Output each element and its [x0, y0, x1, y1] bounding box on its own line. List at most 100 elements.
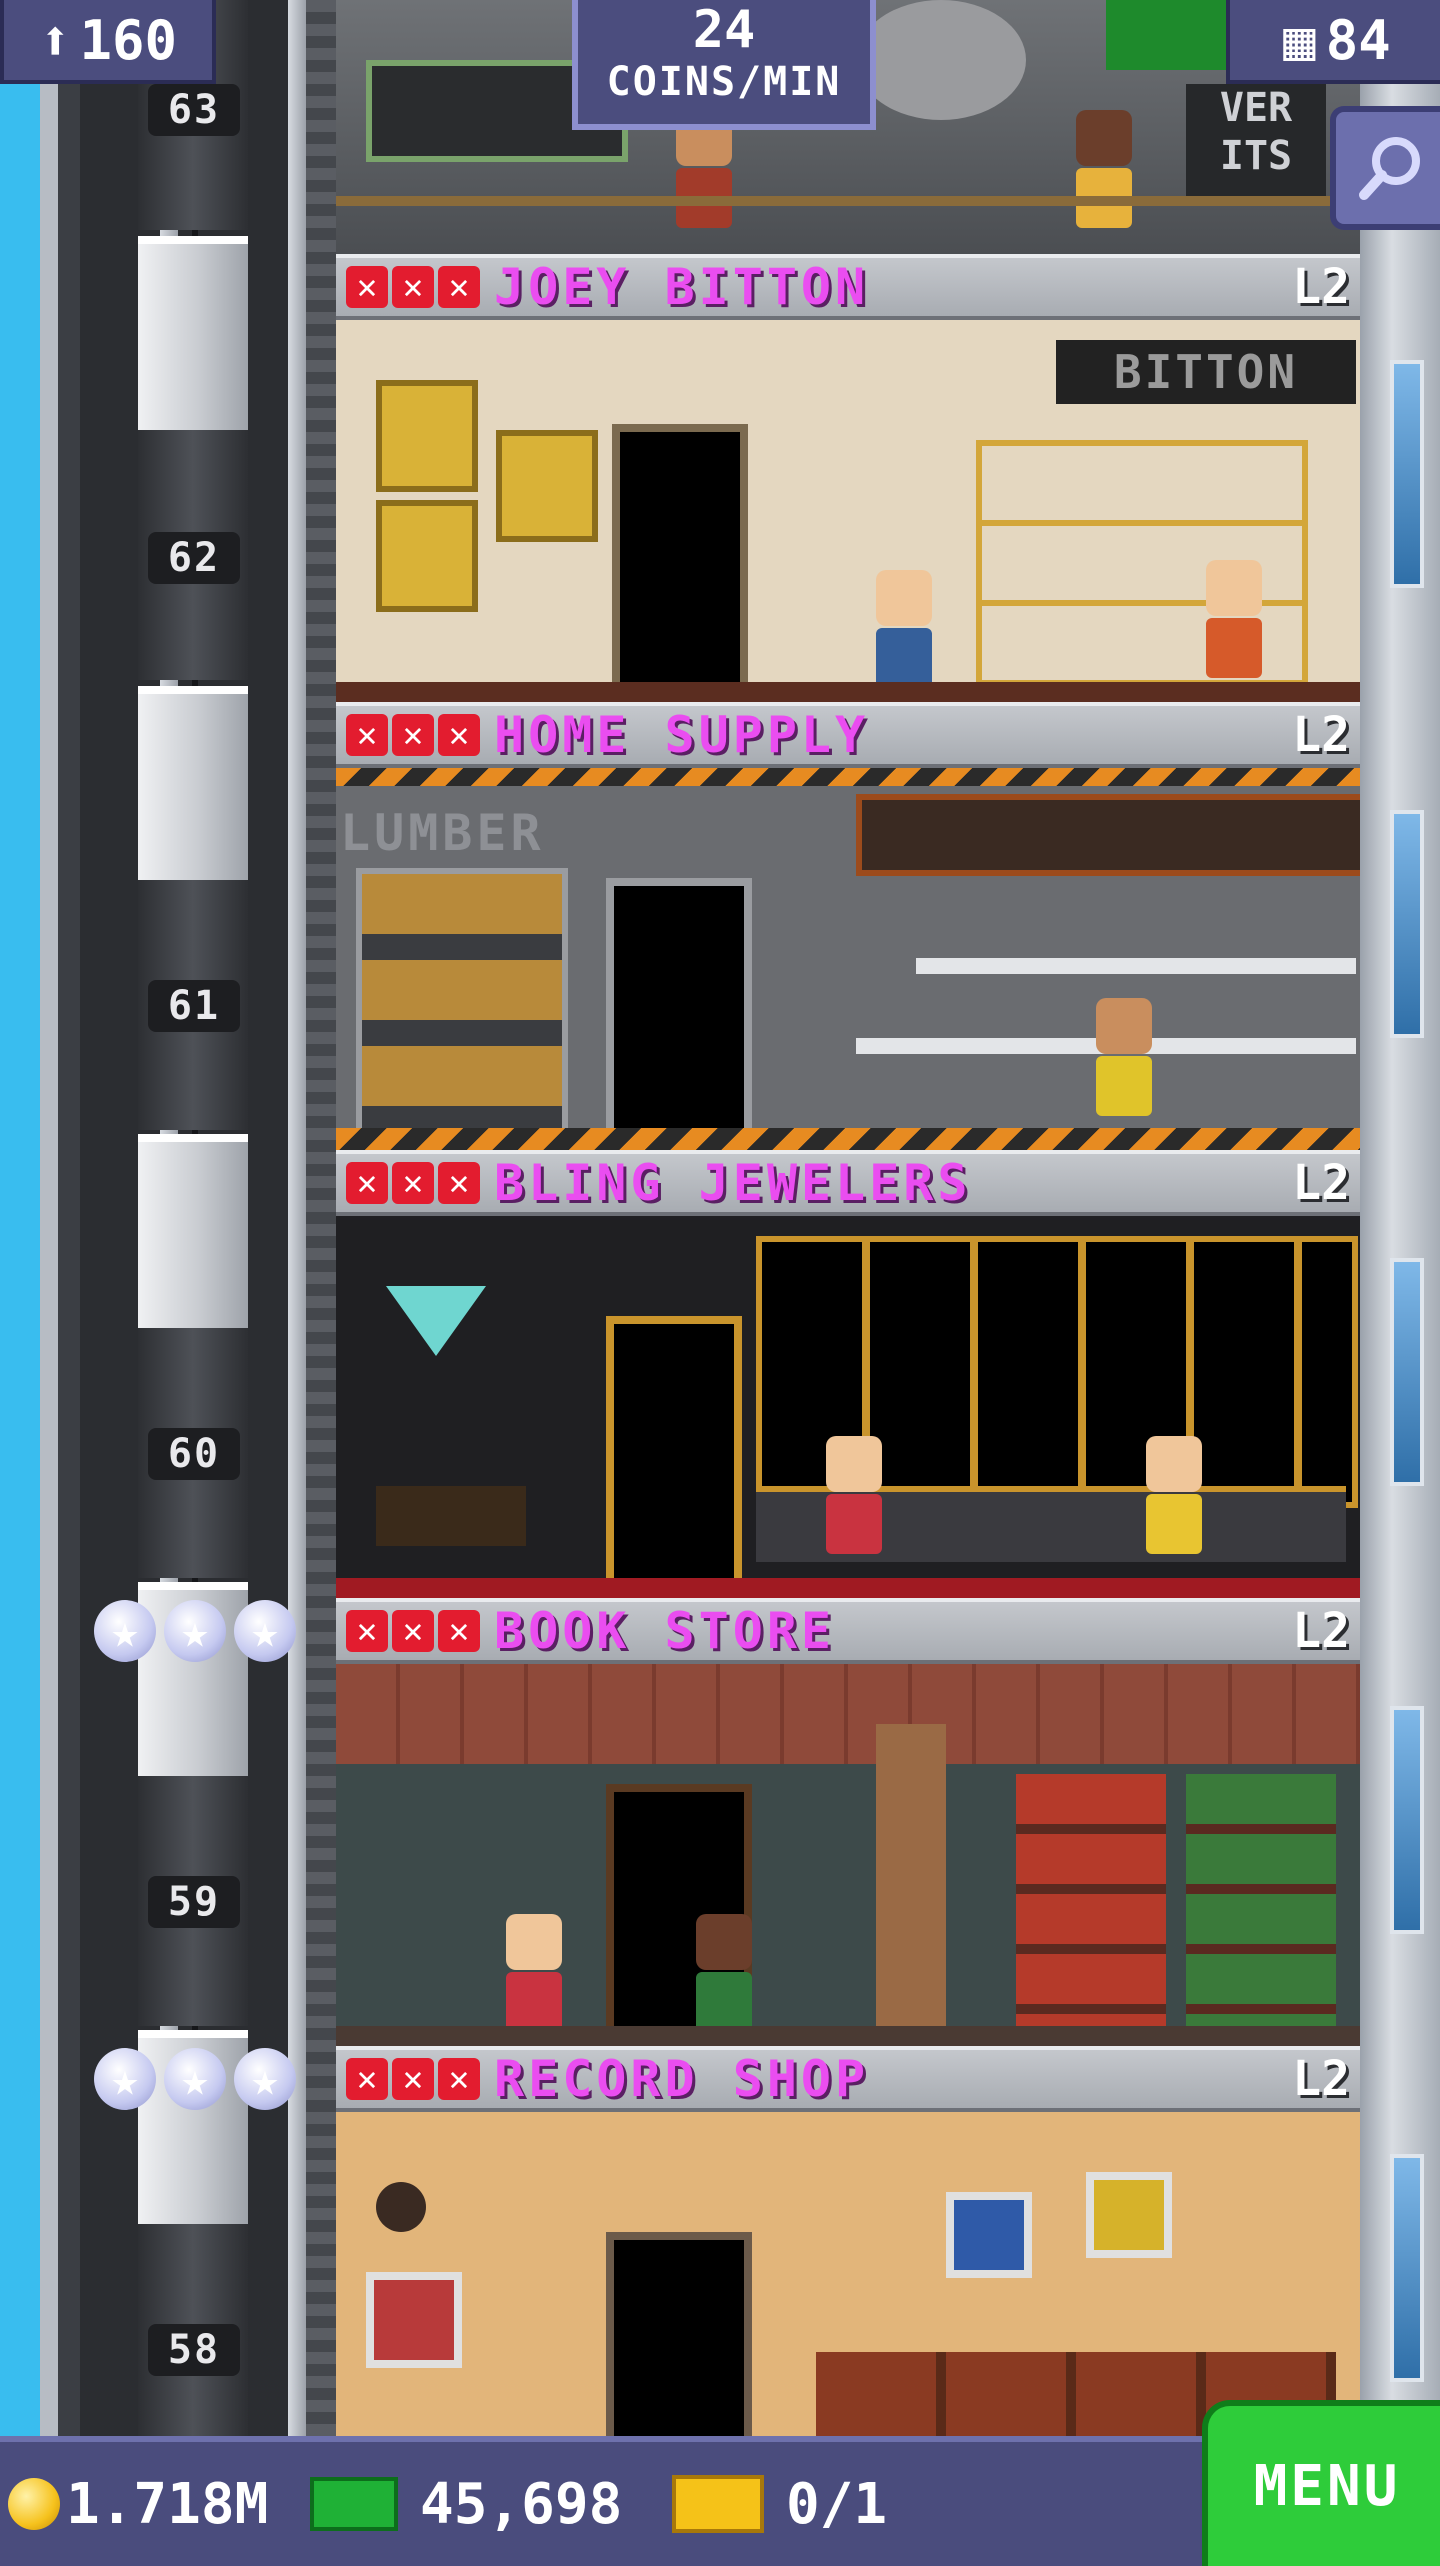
hazard-stripe — [336, 1128, 1360, 1150]
hazard-stripe — [336, 768, 1360, 786]
wooden-pillar — [876, 1724, 946, 2038]
stock-status-marks: ✕ ✕ ✕ — [346, 1162, 480, 1204]
magnifier-icon — [1359, 137, 1420, 200]
resident[interactable] — [826, 1436, 882, 1554]
floor-name: RECORD SHOP — [494, 2050, 870, 2108]
album-frame — [1086, 2172, 1172, 2258]
store-door — [606, 878, 752, 1150]
resident[interactable] — [1146, 1436, 1202, 1554]
floor-number-label: 59 — [148, 1876, 240, 1928]
lumber-rack — [356, 868, 568, 1140]
empty-stock-icon: ✕ — [346, 266, 388, 308]
stock-status-marks: ✕ ✕ ✕ — [346, 1610, 480, 1652]
tickets-balance[interactable]: 0/1 — [672, 2442, 887, 2566]
bux-balance[interactable]: 45,698 — [310, 2442, 622, 2566]
floor-baseboard — [336, 1578, 1360, 1598]
stock-status-marks: ✕ ✕ ✕ — [346, 714, 480, 756]
floor-header: ✕ ✕ ✕ JOEY BITTON L2 — [336, 254, 1360, 320]
floor-header: ✕ ✕ ✕ BOOK STORE L2 — [336, 1598, 1360, 1664]
diamond-icon — [386, 1286, 486, 1356]
floor-name: BLING JEWELERS — [494, 1154, 972, 1212]
stock-status-marks: ✕ ✕ ✕ — [346, 266, 480, 308]
resident[interactable] — [876, 570, 932, 688]
resident[interactable] — [506, 1914, 562, 2032]
floor-baseboard — [336, 682, 1360, 702]
floor-number-label: 60 — [148, 1428, 240, 1480]
bux-icon — [310, 2477, 398, 2531]
floor-header: ✕ ✕ ✕ HOME SUPPLY L2 — [336, 702, 1360, 768]
tool-wall — [856, 794, 1360, 876]
window — [1390, 2154, 1424, 2382]
resident[interactable] — [696, 1914, 752, 2032]
empty-stock-icon: ✕ — [438, 2058, 480, 2100]
stock-status-marks: ✕ ✕ ✕ — [346, 2058, 480, 2100]
star-icon: ★ — [94, 1600, 156, 1662]
floor-book-store[interactable]: ✕ ✕ ✕ BOOK STORE L2 — [336, 1598, 1360, 2046]
star-icon: ★ — [164, 2048, 226, 2110]
floor-joey-bitton[interactable]: ✕ ✕ ✕ JOEY BITTON L2 BITTON — [336, 254, 1360, 702]
floor-name: JOEY BITTON — [494, 258, 870, 316]
empty-stock-icon: ✕ — [392, 1162, 434, 1204]
empty-stock-icon: ✕ — [438, 1610, 480, 1652]
bookshelf — [1186, 1774, 1336, 2034]
tickets-value: 0/1 — [786, 2471, 888, 2537]
bookshelf — [1016, 1774, 1166, 2034]
store-sign: LUMBER — [340, 804, 545, 862]
elevator-car — [138, 236, 248, 434]
elevator-car — [138, 686, 248, 884]
floor-baseboard — [336, 2026, 1360, 2046]
floor-number-label: 63 — [148, 84, 240, 136]
population-counter[interactable]: ⬆ 160 — [0, 0, 216, 84]
floor-baseboard — [336, 196, 1360, 206]
resident[interactable] — [1206, 560, 1262, 678]
album-frame — [946, 2192, 1032, 2278]
resident[interactable] — [1096, 998, 1152, 1116]
store-door — [606, 2232, 752, 2440]
empty-stock-icon: ✕ — [438, 1162, 480, 1204]
floor-name: BOOK STORE — [494, 1602, 836, 1660]
floor-level: L2 — [1292, 1155, 1350, 1211]
floor-level: L2 — [1292, 1603, 1350, 1659]
floor-number-label: 58 — [148, 2324, 240, 2376]
search-button[interactable] — [1330, 106, 1440, 230]
floor-name: HOME SUPPLY — [494, 706, 870, 764]
elevator-stop-stars: ★ ★ ★ — [94, 2048, 296, 2110]
window — [1390, 1706, 1424, 1934]
coin-icon — [8, 2478, 60, 2530]
star-icon: ★ — [94, 2048, 156, 2110]
coins-value: 1.718M — [66, 2471, 269, 2537]
bux-value: 45,698 — [420, 2471, 623, 2537]
empty-stock-icon: ✕ — [438, 266, 480, 308]
floor-home-supply[interactable]: ✕ ✕ ✕ HOME SUPPLY L2 LUMBER — [336, 702, 1360, 1150]
coins-per-min-display: 24 COINS/MIN — [572, 0, 876, 130]
floor-bling-jewelers[interactable]: ✕ ✕ ✕ BLING JEWELERS L2 — [336, 1150, 1360, 1598]
ticket-icon — [672, 2475, 764, 2533]
empty-stock-icon: ✕ — [392, 266, 434, 308]
menu-button[interactable]: MENU — [1202, 2400, 1440, 2566]
desk — [376, 1486, 526, 1546]
population-value: 160 — [79, 8, 178, 72]
store-sign: BITTON — [1056, 340, 1356, 404]
building-icon: ▦ — [1283, 8, 1316, 72]
window — [1390, 360, 1424, 588]
window — [1390, 810, 1424, 1038]
empty-stock-icon: ✕ — [392, 2058, 434, 2100]
decoration — [856, 0, 1026, 120]
empty-stock-icon: ✕ — [346, 2058, 388, 2100]
star-icon: ★ — [164, 1600, 226, 1662]
elevator-car — [138, 1134, 248, 1332]
album-frame — [366, 2272, 462, 2368]
floor-sign: VER ITS — [1186, 84, 1326, 204]
empty-stock-icon: ✕ — [392, 1610, 434, 1652]
coins-balance[interactable]: 1.718M — [8, 2442, 268, 2566]
floor-count-display[interactable]: ▦ 84 — [1226, 0, 1440, 84]
wall-frame — [376, 380, 478, 492]
tower-frame — [306, 0, 336, 2440]
empty-stock-icon: ✕ — [438, 714, 480, 756]
floor-level: L2 — [1292, 259, 1350, 315]
floor-record-shop[interactable]: ✕ ✕ ✕ RECORD SHOP L2 — [336, 2046, 1360, 2440]
floor-header: ✕ ✕ ✕ BLING JEWELERS L2 — [336, 1150, 1360, 1216]
wall-frame — [496, 430, 598, 542]
resident[interactable] — [1076, 110, 1132, 228]
empty-stock-icon: ✕ — [346, 714, 388, 756]
